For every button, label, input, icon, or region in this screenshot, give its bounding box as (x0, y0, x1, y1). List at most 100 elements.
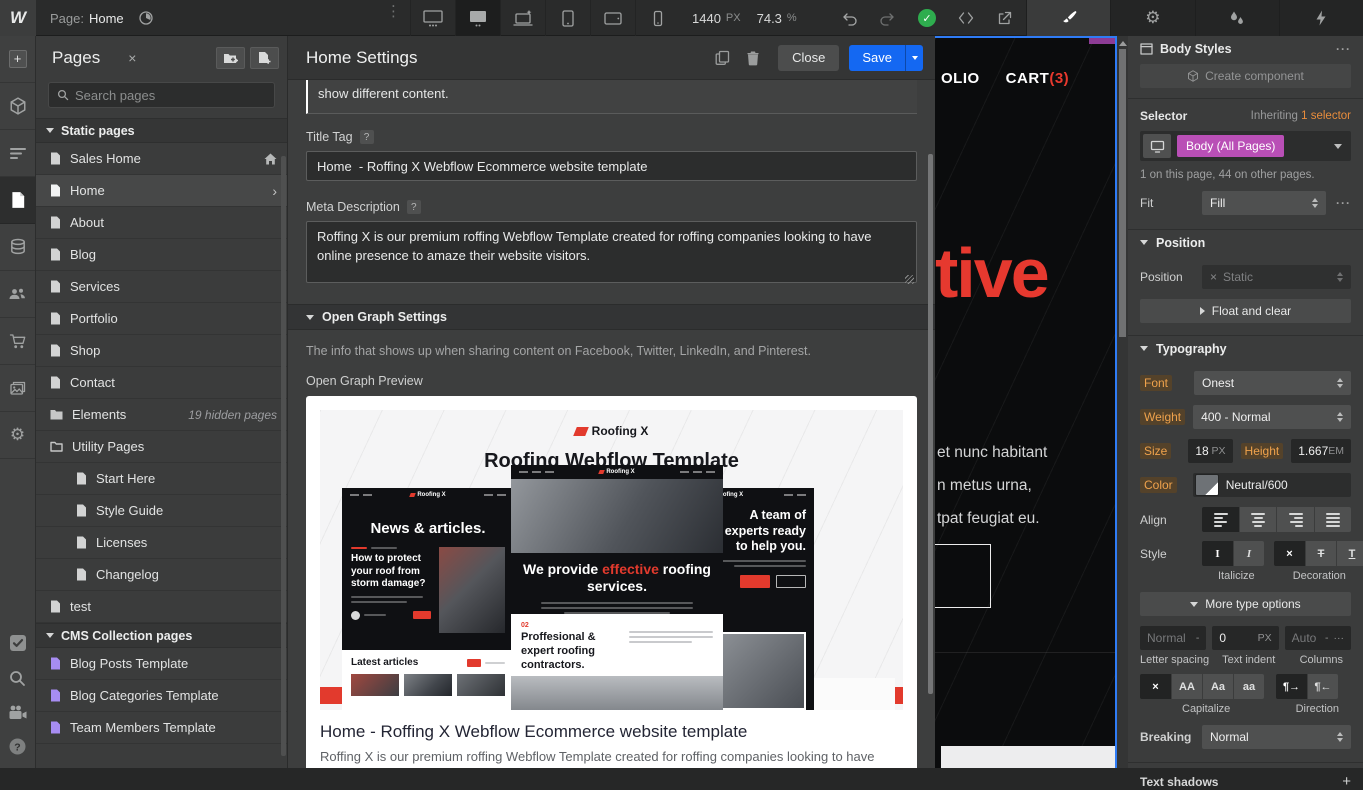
pages-row-blog-categories-template[interactable]: Blog Categories Template (36, 680, 287, 712)
pages-row-team-members-template[interactable]: Team Members Template (36, 712, 287, 744)
typography-section-header[interactable]: Typography (1128, 335, 1363, 361)
float-and-clear-button[interactable]: Float and clear (1140, 299, 1351, 323)
direction-ltr-button[interactable]: ¶→ (1276, 674, 1307, 699)
size-input[interactable]: 18PX (1188, 439, 1232, 463)
help-badge-icon[interactable]: ? (360, 130, 374, 144)
letter-spacing-input[interactable]: Normal- (1140, 626, 1206, 650)
interactions-panel-toggle[interactable] (1195, 0, 1279, 36)
pages-search-input[interactable] (75, 88, 266, 103)
color-swatch[interactable] (1195, 474, 1219, 496)
search-icon[interactable] (8, 669, 27, 688)
design-canvas[interactable]: OLIO CART(3) tive et nunc habitant n met… (935, 36, 1117, 768)
breakpoint-mobile-landscape[interactable] (590, 0, 635, 36)
breakpoint-laptop-star[interactable] (500, 0, 545, 36)
more-type-options-button[interactable]: More type options (1140, 592, 1351, 616)
share-icon[interactable] (996, 10, 1013, 27)
pages-row-blog[interactable]: Blog (36, 239, 287, 271)
font-dropdown[interactable]: Onest (1194, 371, 1351, 395)
pages-row-start-here[interactable]: Start Here (36, 463, 287, 495)
code-export-icon[interactable] (957, 10, 975, 26)
pages-search[interactable] (48, 82, 275, 108)
pages-row-sales-home[interactable]: Sales Home (36, 143, 287, 175)
close-button[interactable]: Close (778, 45, 839, 71)
help-badge-icon[interactable]: ? (407, 200, 421, 214)
panel-menu-icon[interactable]: ··· (1336, 42, 1351, 56)
pages-row-about[interactable]: About (36, 207, 287, 239)
italic-on-button[interactable]: I (1233, 541, 1264, 566)
webflow-logo[interactable]: W (0, 0, 36, 36)
checklist-icon[interactable] (8, 633, 28, 653)
cms-button[interactable] (0, 224, 35, 271)
title-tag-input[interactable] (306, 151, 917, 181)
align-justify-button[interactable] (1314, 507, 1351, 532)
create-component-button[interactable]: Create component (1140, 64, 1351, 88)
position-dropdown[interactable]: × Static (1202, 265, 1351, 289)
optimize-panel-toggle[interactable] (1279, 0, 1363, 36)
scroll-up-arrow-icon[interactable] (1119, 41, 1127, 46)
selector-field[interactable]: Body (All Pages) (1140, 131, 1351, 161)
position-section-header[interactable]: Position (1128, 229, 1363, 255)
pages-row-contact[interactable]: Contact (36, 367, 287, 399)
clear-value-icon[interactable]: × (1210, 270, 1217, 284)
trash-icon[interactable] (746, 50, 760, 66)
canvas-width-value[interactable]: 1440 (692, 11, 721, 26)
uppercase-button[interactable]: AA (1171, 674, 1202, 699)
breakpoint-indicator-button[interactable] (1143, 134, 1171, 158)
save-options-dropdown[interactable] (905, 45, 923, 71)
breakpoint-tablet[interactable] (545, 0, 590, 36)
new-folder-button[interactable] (216, 47, 245, 69)
add-text-shadow-icon[interactable]: + (1342, 773, 1351, 790)
align-right-button[interactable] (1276, 507, 1313, 532)
undo-icon[interactable] (840, 10, 858, 27)
pages-row-style-guide[interactable]: Style Guide (36, 495, 287, 527)
page-breadcrumb-value[interactable]: Home (89, 11, 124, 26)
align-center-button[interactable] (1239, 507, 1276, 532)
color-field[interactable]: Neutral/600 (1193, 473, 1351, 497)
assets-button[interactable] (0, 365, 35, 412)
pages-row-blog-posts-template[interactable]: Blog Posts Template (36, 648, 287, 680)
resize-handle-icon[interactable] (905, 275, 914, 284)
pages-row-elements[interactable]: Elements 19 hidden pages (36, 399, 287, 431)
inheriting-info[interactable]: Inheriting 1 selector (1251, 110, 1351, 122)
columns-input[interactable]: Auto-··· (1285, 626, 1351, 650)
pages-scrollbar[interactable] (281, 156, 286, 756)
align-left-button[interactable] (1202, 507, 1239, 532)
fit-menu-icon[interactable]: ··· (1336, 196, 1351, 210)
duplicate-icon[interactable] (715, 50, 730, 66)
breakpoint-desktop[interactable] (455, 0, 500, 36)
breakpoint-desktop-large[interactable] (410, 0, 455, 36)
strikethrough-button[interactable]: T (1305, 541, 1336, 566)
pages-row-licenses[interactable]: Licenses (36, 527, 287, 559)
breaking-dropdown[interactable]: Normal (1202, 725, 1351, 749)
help-icon[interactable]: ? (8, 737, 27, 756)
canvas-scrollbar-thumb[interactable] (1119, 49, 1126, 337)
open-graph-section-header[interactable]: Open Graph Settings (288, 304, 935, 330)
decoration-none-button[interactable]: × (1274, 541, 1305, 566)
weight-dropdown[interactable]: 400 - Normal (1193, 405, 1351, 429)
close-panel-icon[interactable]: × (128, 50, 136, 66)
capitalize-none-button[interactable]: × (1140, 674, 1171, 699)
pages-row-changelog[interactable]: Changelog (36, 559, 287, 591)
selector-tag[interactable]: Body (All Pages) (1177, 135, 1284, 157)
history-icon[interactable] (138, 10, 154, 26)
text-indent-input[interactable]: 0PX (1212, 626, 1278, 650)
chevron-down-icon[interactable] (1334, 144, 1342, 149)
canvas-scrollbar[interactable] (1117, 36, 1128, 768)
components-button[interactable] (0, 83, 35, 130)
save-button[interactable]: Save (849, 45, 923, 71)
line-height-input[interactable]: 1.667EM (1291, 439, 1351, 463)
pages-row-shop[interactable]: Shop (36, 335, 287, 367)
pages-row-test[interactable]: test (36, 591, 287, 623)
modal-scrollbar[interactable] (928, 154, 933, 694)
canvas-zoom-value[interactable]: 74.3 (757, 11, 782, 26)
pages-row-portfolio[interactable]: Portfolio (36, 303, 287, 335)
video-tutorials-icon[interactable] (8, 704, 28, 721)
lowercase-button[interactable]: aa (1233, 674, 1264, 699)
site-settings-button[interactable]: ⚙ (0, 412, 35, 459)
users-button[interactable] (0, 271, 35, 318)
ecommerce-button[interactable] (0, 318, 35, 365)
navigator-button[interactable] (0, 130, 35, 177)
style-panel-toggle[interactable] (1026, 0, 1110, 36)
breakpoint-mobile-portrait[interactable] (635, 0, 680, 36)
pages-row-utility-pages[interactable]: Utility Pages (36, 431, 287, 463)
